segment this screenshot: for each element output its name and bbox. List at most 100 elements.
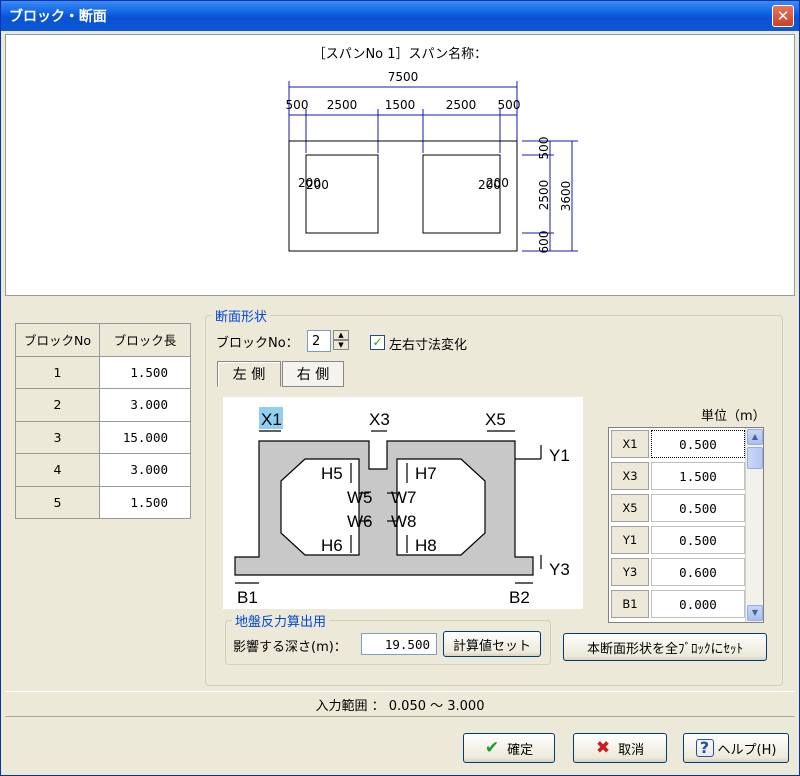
- label-x1: X1: [261, 410, 282, 429]
- label-w6: W6: [347, 512, 373, 531]
- depth-value: 19.500: [384, 636, 430, 652]
- check-icon: ✓: [372, 335, 383, 349]
- scroll-down-icon[interactable]: ▼: [747, 605, 763, 621]
- lr-change-label: 左右寸法変化: [389, 338, 468, 353]
- scroll-thumb[interactable]: [747, 447, 763, 469]
- block-length-cell[interactable]: 1.500: [99, 485, 191, 519]
- table-row[interactable]: 1 1.500: [15, 355, 191, 389]
- table-row[interactable]: X5 0.500: [609, 492, 747, 524]
- block-table: ブロックNo ブロック長 1 1.500 2 3.000 3 15.000 4 …: [15, 323, 191, 519]
- tab-right-side[interactable]: 右 側: [282, 361, 344, 387]
- depth-input[interactable]: 19.500: [361, 633, 437, 655]
- table-row[interactable]: Y3 0.600: [609, 556, 747, 588]
- ok-label: 確定: [507, 742, 534, 758]
- block-no-spinner[interactable]: 2: [307, 330, 331, 352]
- help-button[interactable]: ? ヘルプ(H): [683, 733, 789, 763]
- cancel-icon: ✖: [595, 738, 611, 758]
- span-preview: ［スパンNo 1］スパン名称： 7500 500 2500 1500 2500 …: [5, 34, 795, 296]
- label-w7: W7: [391, 488, 417, 507]
- input-range-text: 入力範囲 ： 0.050 ～ 3.000: [315, 698, 485, 714]
- param-value-cell[interactable]: 0.500: [651, 526, 745, 554]
- dim-right-3: 600: [537, 231, 551, 254]
- param-value-cell[interactable]: 1.500: [651, 462, 745, 490]
- cross-section-drawing: X1 X3 X5 Y1 Y3 H5 H6 H7 H8 W5 W6 W7 W8 B…: [234, 407, 570, 607]
- dim-right-2: 2500: [537, 180, 551, 211]
- param-name-cell: Y3: [611, 558, 649, 586]
- block-no-cell[interactable]: 3: [15, 420, 100, 454]
- block-length-cell[interactable]: 3.000: [99, 453, 191, 487]
- table-row[interactable]: Y1 0.500: [609, 524, 747, 556]
- param-value-cell[interactable]: 0.000: [651, 590, 745, 618]
- close-icon: ✕: [776, 7, 790, 25]
- col-header-block-no: ブロックNo: [15, 323, 100, 357]
- label-y3: Y3: [549, 560, 570, 579]
- close-button[interactable]: ✕: [772, 5, 794, 27]
- label-h7: H7: [415, 464, 437, 483]
- parameter-scrollbar[interactable]: ▲ ▼: [745, 428, 763, 622]
- window-title: ブロック・断面: [9, 9, 107, 25]
- param-name-cell: X5: [611, 494, 649, 522]
- ok-button[interactable]: ✔ 確定: [463, 733, 555, 763]
- block-no-label: ブロックNo：: [216, 336, 299, 351]
- table-row[interactable]: X3 1.500: [609, 460, 747, 492]
- dim-right-total: 3600: [559, 181, 573, 212]
- block-no-spin-buttons[interactable]: ▲ ▼: [333, 330, 349, 350]
- chamfer-left-2: 200: [298, 176, 321, 190]
- calc-set-label: 計算値セット: [452, 638, 531, 654]
- label-y1: Y1: [549, 446, 570, 465]
- dim-right-1: 500: [537, 137, 551, 160]
- table-row[interactable]: 3 15.000: [15, 420, 191, 454]
- block-length-cell[interactable]: 3.000: [99, 388, 191, 422]
- tab-left-label: 左 側: [232, 367, 266, 383]
- dim-total: 7500: [388, 70, 419, 84]
- parameter-table[interactable]: X1 0.500 X3 1.500 X5 0.500 Y1 0.500 Y3 0…: [608, 427, 764, 623]
- chamfer-right-2: 200: [486, 176, 509, 190]
- table-row[interactable]: B1 0.000: [609, 588, 747, 620]
- set-all-blocks-button[interactable]: 本断面形状を全ﾌﾞﾛｯｸにｾｯﾄ: [563, 633, 767, 661]
- label-h8: H8: [415, 536, 437, 555]
- table-row[interactable]: X1 0.500: [609, 428, 747, 460]
- calc-set-button[interactable]: 計算値セット: [443, 631, 541, 657]
- block-no-cell[interactable]: 4: [15, 453, 100, 487]
- cancel-button[interactable]: ✖ 取消: [573, 733, 667, 763]
- block-no-cell[interactable]: 2: [15, 388, 100, 422]
- dim-top-5: 500: [498, 98, 521, 112]
- table-row[interactable]: 5 1.500: [15, 485, 191, 519]
- block-no-value: 2: [312, 333, 321, 349]
- lr-change-checkbox[interactable]: ✓: [370, 335, 385, 350]
- table-row[interactable]: 4 3.000: [15, 453, 191, 487]
- label-x3: X3: [369, 410, 390, 429]
- scroll-up-icon[interactable]: ▲: [747, 429, 763, 445]
- block-no-cell[interactable]: 5: [15, 485, 100, 519]
- label-h6: H6: [321, 536, 343, 555]
- cross-section-diagram: X1 X3 X5 Y1 Y3 H5 H6 H7 H8 W5 W6 W7 W8 B…: [223, 397, 583, 609]
- cancel-label: 取消: [618, 742, 645, 758]
- title-bar: ブロック・断面 ✕: [1, 1, 799, 31]
- dim-top-3: 1500: [385, 98, 416, 112]
- param-value-cell[interactable]: 0.500: [651, 430, 745, 458]
- input-range-status: 入力範囲 ： 0.050 ～ 3.000: [5, 691, 795, 717]
- tab-right-label: 右 側: [296, 367, 330, 383]
- param-value-cell[interactable]: 0.500: [651, 494, 745, 522]
- unit-label: 単位（m）: [701, 409, 766, 424]
- param-value-cell[interactable]: 0.600: [651, 558, 745, 586]
- help-icon: ?: [695, 739, 714, 757]
- param-name-cell: B1: [611, 590, 649, 618]
- param-name-cell: X3: [611, 462, 649, 490]
- section-shape-legend: 断面形状: [215, 310, 268, 325]
- set-all-blocks-label: 本断面形状を全ﾌﾞﾛｯｸにｾｯﾄ: [586, 641, 743, 657]
- block-length-cell[interactable]: 1.500: [99, 355, 191, 389]
- dim-top-1: 500: [286, 98, 309, 112]
- dialog-window: ブロック・断面 ✕ ［スパンNo 1］スパン名称： 7500 500 2500 …: [0, 0, 800, 776]
- span-section-drawing: 7500 500 2500 1500 2500 500 200 200 200 …: [286, 70, 578, 254]
- spin-up-icon[interactable]: ▲: [333, 330, 349, 340]
- check-icon: ✔: [484, 738, 500, 758]
- block-length-cell[interactable]: 15.000: [99, 420, 191, 454]
- spin-down-icon[interactable]: ▼: [333, 340, 349, 350]
- table-row[interactable]: 2 3.000: [15, 388, 191, 422]
- block-no-cell[interactable]: 1: [15, 355, 100, 389]
- tab-left-side[interactable]: 左 側: [217, 361, 281, 387]
- help-label: ヘルプ(H): [717, 742, 777, 758]
- dim-top-4: 2500: [446, 98, 477, 112]
- label-h5: H5: [321, 464, 343, 483]
